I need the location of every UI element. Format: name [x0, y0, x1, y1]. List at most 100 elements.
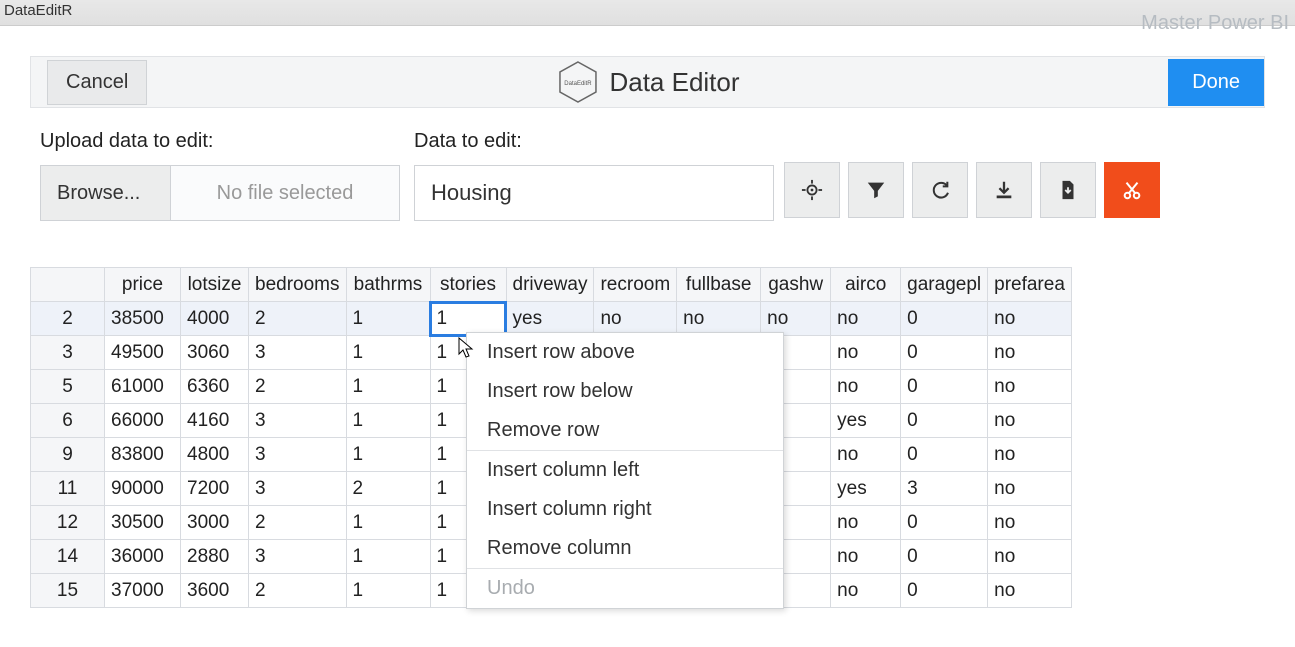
rownum-cell[interactable]: 9 [31, 438, 105, 472]
cell[interactable]: 0 [901, 438, 988, 472]
cell[interactable]: yes [506, 302, 594, 336]
cell[interactable]: 61000 [105, 370, 181, 404]
cell[interactable]: no [831, 574, 901, 608]
cell[interactable]: no [831, 370, 901, 404]
cell[interactable]: 1 [346, 506, 430, 540]
done-button[interactable]: Done [1168, 59, 1264, 106]
cell[interactable]: 4800 [181, 438, 249, 472]
cell[interactable]: 6360 [181, 370, 249, 404]
cell[interactable]: no [988, 472, 1072, 506]
cell[interactable]: 90000 [105, 472, 181, 506]
cell[interactable]: 3 [901, 472, 988, 506]
cell[interactable]: 1 [346, 336, 430, 370]
cell[interactable]: no [831, 438, 901, 472]
filter-button[interactable] [848, 162, 904, 218]
rownum-cell[interactable]: 5 [31, 370, 105, 404]
cell[interactable]: 4160 [181, 404, 249, 438]
cell[interactable]: 0 [901, 574, 988, 608]
col-header[interactable]: stories [430, 268, 506, 302]
menu-item[interactable]: Remove row [467, 411, 783, 450]
cell[interactable]: 2 [249, 370, 347, 404]
cell[interactable]: no [831, 540, 901, 574]
cell[interactable]: no [831, 506, 901, 540]
menu-item[interactable]: Insert row below [467, 372, 783, 411]
menu-item[interactable]: Remove column [467, 529, 783, 568]
cell[interactable]: 1 [346, 574, 430, 608]
cell[interactable]: yes [831, 472, 901, 506]
cell[interactable]: no [677, 302, 761, 336]
rownum-cell[interactable]: 6 [31, 404, 105, 438]
cell[interactable]: 49500 [105, 336, 181, 370]
cell[interactable]: 2 [249, 302, 347, 336]
cut-button[interactable] [1104, 162, 1160, 218]
col-header[interactable]: driveway [506, 268, 594, 302]
col-header[interactable]: lotsize [181, 268, 249, 302]
browse-button[interactable]: Browse... [41, 166, 171, 220]
col-header[interactable]: bedrooms [249, 268, 347, 302]
col-header[interactable]: airco [831, 268, 901, 302]
col-header[interactable]: bathrms [346, 268, 430, 302]
cell[interactable]: 0 [901, 370, 988, 404]
cell[interactable]: 36000 [105, 540, 181, 574]
cell[interactable]: 1 [346, 302, 430, 336]
cell[interactable]: 2 [249, 506, 347, 540]
cell[interactable]: 4000 [181, 302, 249, 336]
rownum-cell[interactable]: 3 [31, 336, 105, 370]
rownum-cell[interactable]: 14 [31, 540, 105, 574]
sync-button[interactable] [912, 162, 968, 218]
cell[interactable]: 3060 [181, 336, 249, 370]
rownum-header[interactable] [31, 268, 105, 302]
dataset-input[interactable] [414, 165, 774, 221]
target-button[interactable] [784, 162, 840, 218]
col-header[interactable]: recroom [594, 268, 677, 302]
cell[interactable]: 0 [901, 404, 988, 438]
cancel-button[interactable]: Cancel [47, 60, 147, 105]
cell[interactable]: 3 [249, 472, 347, 506]
col-header[interactable]: fullbase [677, 268, 761, 302]
cell[interactable]: yes [831, 404, 901, 438]
rownum-cell[interactable]: 15 [31, 574, 105, 608]
cell[interactable]: 3 [249, 540, 347, 574]
rownum-cell[interactable]: 11 [31, 472, 105, 506]
cell[interactable]: no [831, 302, 901, 336]
cell[interactable]: 2 [249, 574, 347, 608]
cell[interactable]: 1 [346, 404, 430, 438]
menu-item[interactable]: Insert column left [467, 451, 783, 490]
cell[interactable]: 1 [430, 302, 506, 336]
cell[interactable]: 38500 [105, 302, 181, 336]
cell[interactable]: 0 [901, 540, 988, 574]
cell[interactable]: no [988, 506, 1072, 540]
cell[interactable]: 83800 [105, 438, 181, 472]
cell[interactable]: no [988, 438, 1072, 472]
cell[interactable]: no [988, 302, 1072, 336]
save-file-button[interactable] [1040, 162, 1096, 218]
table-row[interactable]: 2385004000211yesnononono0no [31, 302, 1072, 336]
menu-item[interactable]: Insert column right [467, 490, 783, 529]
cell[interactable]: 1 [346, 438, 430, 472]
cell[interactable]: 0 [901, 336, 988, 370]
cell[interactable]: 3 [249, 438, 347, 472]
col-header[interactable]: garagepl [901, 268, 988, 302]
menu-item[interactable]: Insert row above [467, 333, 783, 372]
cell[interactable]: no [988, 574, 1072, 608]
cell[interactable]: 1 [346, 540, 430, 574]
cell[interactable]: 3 [249, 336, 347, 370]
cell[interactable]: 1 [346, 370, 430, 404]
cell[interactable]: no [988, 370, 1072, 404]
cell[interactable]: 0 [901, 506, 988, 540]
col-header[interactable]: price [105, 268, 181, 302]
col-header[interactable]: prefarea [988, 268, 1072, 302]
cell[interactable]: no [761, 302, 831, 336]
cell[interactable]: 3000 [181, 506, 249, 540]
cell[interactable]: no [594, 302, 677, 336]
cell[interactable]: 3 [249, 404, 347, 438]
cell[interactable]: no [988, 404, 1072, 438]
cell[interactable]: 7200 [181, 472, 249, 506]
col-header[interactable]: gashw [761, 268, 831, 302]
cell[interactable]: 2880 [181, 540, 249, 574]
cell[interactable]: no [988, 540, 1072, 574]
cell[interactable]: 3600 [181, 574, 249, 608]
cell[interactable]: no [988, 336, 1072, 370]
rownum-cell[interactable]: 2 [31, 302, 105, 336]
cell[interactable]: 37000 [105, 574, 181, 608]
